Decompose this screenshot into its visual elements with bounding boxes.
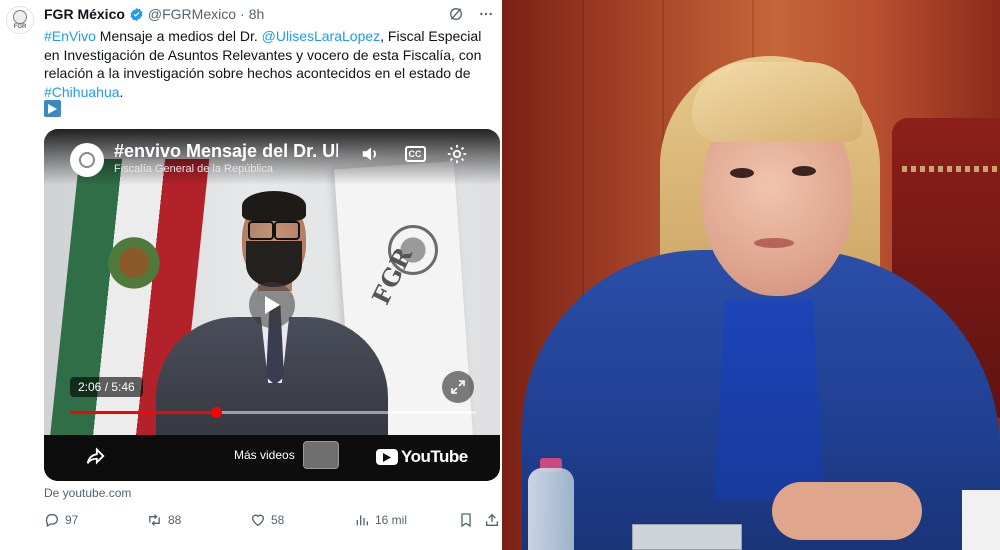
tweet-text-segment: Mensaje a medios del Dr. [95, 28, 262, 44]
heart-icon [251, 514, 265, 527]
closed-captions-icon[interactable]: CC [402, 141, 428, 167]
hashtag-envivo[interactable]: #EnVivo [44, 28, 96, 44]
account-avatar[interactable]: FGR [6, 6, 34, 34]
volume-icon[interactable] [358, 141, 384, 167]
avatar-logo-text: FGR [13, 23, 27, 30]
upload-share-icon [486, 513, 498, 526]
youtube-play-icon [376, 449, 398, 465]
link-source[interactable]: De youtube.com [44, 486, 131, 500]
reply-icon [45, 514, 58, 528]
settings-gear-icon[interactable] [444, 141, 470, 167]
youtube-logo-icon[interactable]: YouTube [376, 447, 468, 467]
video-bottom-bar: Más videos YouTube [44, 435, 500, 481]
play-icon[interactable] [249, 282, 295, 328]
play-button-emoji-icon [44, 100, 61, 117]
grok-icon[interactable] [448, 6, 464, 22]
mention-ulises[interactable]: @UlisesLaraLopez [262, 28, 381, 44]
tweet-card: FGR FGR México @FGRMexico · 8h #EnVivo M… [0, 0, 502, 550]
woman-blouse [714, 300, 824, 500]
expand-icon[interactable] [442, 371, 474, 403]
woman-hands [772, 482, 922, 540]
views-count: 16 mil [375, 513, 408, 527]
video-channel-name[interactable]: Fiscalía General de la República [114, 163, 273, 175]
reply-button[interactable]: 97 [44, 512, 78, 528]
views-chart-icon [356, 515, 368, 526]
bookmark-icon [461, 513, 471, 528]
youtube-embed[interactable]: FGR #envivo Mensaje del Dr. Ulises L Fis… [44, 129, 500, 481]
video-progress-bar[interactable] [70, 407, 476, 418]
tweet-text: #EnVivo Mensaje a medios del Dr. @Ulises… [44, 27, 500, 101]
handle[interactable]: @FGRMexico [148, 6, 236, 22]
speaker-beard [246, 241, 302, 287]
chair-studs [902, 166, 998, 172]
like-button[interactable]: 58 [250, 512, 284, 528]
news-photo [502, 0, 1000, 550]
share-tweet-button[interactable] [484, 512, 500, 528]
views-button[interactable]: 16 mil [354, 512, 407, 528]
video-progress-fill [70, 411, 217, 414]
more-options-icon[interactable] [478, 6, 494, 22]
woman-eye-left [730, 168, 754, 178]
retweet-icon [149, 514, 160, 526]
more-videos-label[interactable]: Más videos [234, 448, 295, 462]
woman-lips [754, 238, 794, 248]
speaker-hair [242, 191, 306, 221]
like-count: 58 [271, 513, 285, 527]
separator-dot: · [240, 6, 245, 22]
bookmark-button[interactable] [458, 512, 474, 528]
retweet-button[interactable]: 88 [146, 512, 181, 528]
woman-eye-right [792, 166, 816, 176]
channel-avatar[interactable] [70, 143, 104, 177]
verified-badge-icon [130, 7, 143, 21]
video-frame[interactable]: FGR #envivo Mensaje del Dr. Ulises L Fis… [44, 129, 500, 435]
tweet-text-segment: . [119, 83, 124, 100]
water-bottle [528, 468, 574, 550]
speaker-glasses [248, 221, 300, 240]
seal-icon [13, 9, 27, 24]
retweet-count: 88 [168, 513, 182, 527]
display-name[interactable]: FGR México [44, 6, 125, 22]
youtube-brand-text: YouTube [401, 447, 468, 466]
reply-count: 97 [65, 513, 79, 527]
hashtag-chihuahua[interactable]: #Chihuahua [44, 84, 120, 100]
cc-label: CC [404, 146, 426, 162]
tweet-header-actions [448, 6, 494, 22]
more-videos-thumbnail[interactable] [303, 441, 339, 469]
nameplate [632, 524, 742, 550]
video-title[interactable]: #envivo Mensaje del Dr. Ulises L [114, 141, 338, 162]
white-cup [962, 490, 1000, 550]
share-icon[interactable] [84, 445, 106, 472]
video-time: 2:06 / 5:46 [70, 377, 143, 397]
tweet-actions: 97 88 58 16 mil [44, 512, 500, 532]
woman-hair-fringe [692, 62, 862, 142]
tweet-header: FGR México @FGRMexico · 8h [44, 6, 264, 22]
flag-emblem [106, 231, 162, 289]
timestamp[interactable]: 8h [249, 6, 265, 22]
